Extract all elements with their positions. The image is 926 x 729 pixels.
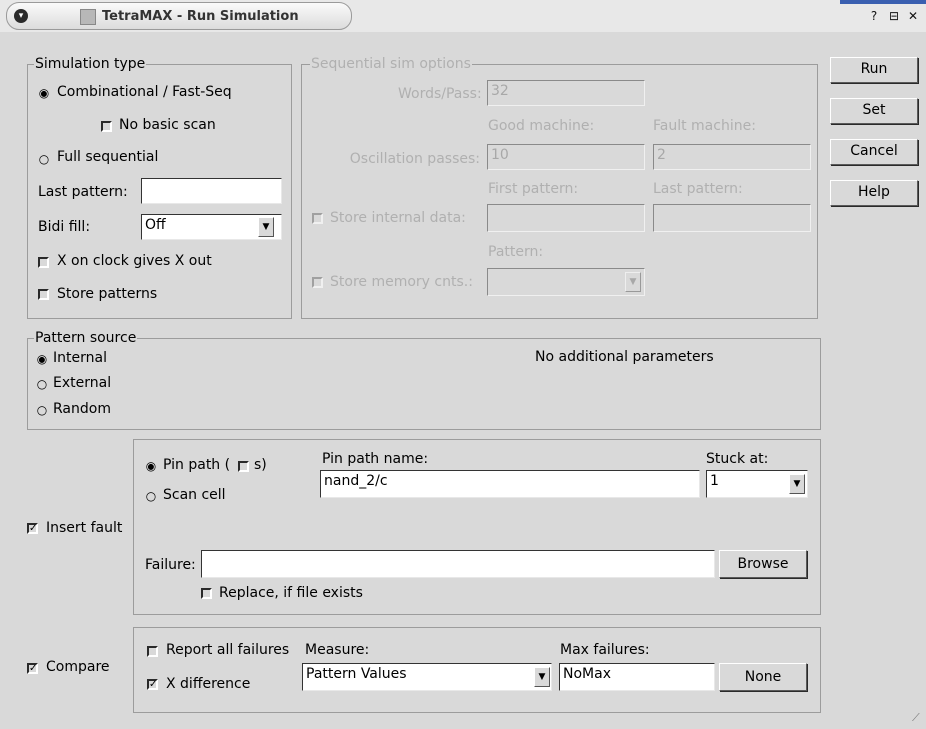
fault-machine-label: Fault machine: <box>653 118 756 134</box>
external-label: External <box>53 375 112 391</box>
title-bar: ▾ TetraMAX - Run Simulation ? ⊟ ✕ <box>0 0 926 32</box>
window-title: TetraMAX - Run Simulation <box>102 9 299 24</box>
bidi-fill-label: Bidi fill: <box>38 219 91 235</box>
app-icon <box>80 9 96 25</box>
store-patterns-label: Store patterns <box>57 286 158 302</box>
pin-path-name-label: Pin path name: <box>322 451 429 467</box>
failure-label: Failure: <box>145 557 196 573</box>
combinational-label: Combinational / Fast-Seq <box>57 84 232 100</box>
replace-checkbox[interactable] <box>201 588 212 599</box>
sequential-options-legend: Sequential sim options <box>310 56 472 72</box>
compare-checkbox[interactable]: ✓ <box>27 663 38 674</box>
report-all-failures-label: Report all failures <box>166 642 290 658</box>
words-pass-input[interactable]: 32 <box>487 80 645 106</box>
browse-button[interactable]: Browse <box>719 550 807 578</box>
window-menu-icon[interactable]: ▾ <box>14 9 28 23</box>
seq-last-pattern-label: Last pattern: <box>653 181 743 197</box>
internal-label: Internal <box>53 350 107 366</box>
no-basic-scan-label: No basic scan <box>119 117 216 133</box>
simulation-type-legend: Simulation type <box>34 56 147 72</box>
oscillation-good-input[interactable]: 10 <box>487 144 645 170</box>
failure-input[interactable] <box>201 550 715 578</box>
pattern-select[interactable] <box>487 268 645 296</box>
store-patterns-checkbox[interactable] <box>38 289 49 300</box>
titlebar-accent <box>840 0 926 4</box>
random-label: Random <box>53 401 111 417</box>
external-radio[interactable]: ○ <box>36 378 48 390</box>
pin-path-label: Pin path ( <box>163 457 231 473</box>
seq-last-pattern-input[interactable] <box>653 204 811 232</box>
help-icon[interactable]: ? <box>866 8 882 24</box>
measure-chevron-down-icon[interactable]: ▼ <box>534 667 550 687</box>
store-memory-label: Store memory cnts.: <box>330 274 473 290</box>
first-pattern-label: First pattern: <box>488 181 579 197</box>
scan-cell-label: Scan cell <box>163 487 226 503</box>
stuck-at-chevron-down-icon[interactable]: ▼ <box>789 474 805 494</box>
compare-label: Compare <box>46 659 110 675</box>
last-pattern-input[interactable] <box>141 178 282 204</box>
maximize-icon[interactable]: ⊟ <box>886 8 902 24</box>
last-pattern-label: Last pattern: <box>38 184 128 200</box>
scan-cell-radio[interactable]: ○ <box>145 490 157 502</box>
stuck-at-label: Stuck at: <box>706 451 769 467</box>
cancel-button[interactable]: Cancel <box>830 139 918 165</box>
measure-label: Measure: <box>305 642 370 658</box>
pattern-source-legend: Pattern source <box>34 330 138 346</box>
good-machine-label: Good machine: <box>488 118 595 134</box>
x-difference-checkbox[interactable]: ✓ <box>147 679 158 690</box>
bidi-fill-chevron-down-icon[interactable]: ▼ <box>258 217 274 237</box>
stuck-at-value: 1 <box>710 473 719 489</box>
x-on-clock-label: X on clock gives X out <box>57 253 212 269</box>
max-failures-label: Max failures: <box>560 642 650 658</box>
pin-path-s-label: s) <box>254 457 267 473</box>
pattern-chevron-down-icon[interactable]: ▼ <box>625 272 641 292</box>
none-button[interactable]: None <box>719 663 807 691</box>
pin-path-name-input[interactable]: nand_2/c <box>320 470 700 498</box>
max-failures-input[interactable]: NoMax <box>559 663 715 691</box>
store-internal-checkbox[interactable] <box>312 213 323 224</box>
report-all-failures-checkbox[interactable] <box>147 646 158 657</box>
no-basic-scan-checkbox[interactable] <box>101 121 112 132</box>
no-additional-parameters-text: No additional parameters <box>535 349 714 365</box>
store-memory-checkbox[interactable] <box>312 277 323 288</box>
store-internal-label: Store internal data: <box>330 210 466 226</box>
internal-radio[interactable]: ◉ <box>36 353 48 365</box>
run-button[interactable]: Run <box>830 57 918 83</box>
replace-label: Replace, if file exists <box>219 585 363 601</box>
random-radio[interactable]: ○ <box>36 404 48 416</box>
measure-value: Pattern Values <box>306 666 407 682</box>
set-button[interactable]: Set <box>830 98 918 124</box>
combinational-radio[interactable]: ◉ <box>38 87 50 99</box>
full-sequential-label: Full sequential <box>57 149 159 165</box>
oscillation-passes-label: Oscillation passes: <box>349 151 480 167</box>
resize-grip-icon[interactable]: ⟋ <box>912 712 924 724</box>
x-on-clock-checkbox[interactable] <box>38 257 49 268</box>
oscillation-fault-input[interactable]: 2 <box>653 144 811 170</box>
pin-path-radio[interactable]: ◉ <box>145 460 157 472</box>
close-icon[interactable]: ✕ <box>905 8 921 24</box>
x-difference-label: X difference <box>166 676 251 692</box>
help-button[interactable]: Help <box>830 180 918 206</box>
full-sequential-radio[interactable]: ○ <box>38 153 50 165</box>
pattern-label: Pattern: <box>488 244 544 260</box>
insert-fault-checkbox[interactable]: ✓ <box>27 523 38 534</box>
words-pass-label: Words/Pass: <box>398 86 482 102</box>
bidi-fill-value: Off <box>145 217 166 233</box>
first-pattern-input[interactable] <box>487 204 645 232</box>
measure-select[interactable]: Pattern Values <box>302 663 552 691</box>
pin-path-s-checkbox[interactable] <box>238 461 249 472</box>
insert-fault-label: Insert fault <box>46 520 123 536</box>
